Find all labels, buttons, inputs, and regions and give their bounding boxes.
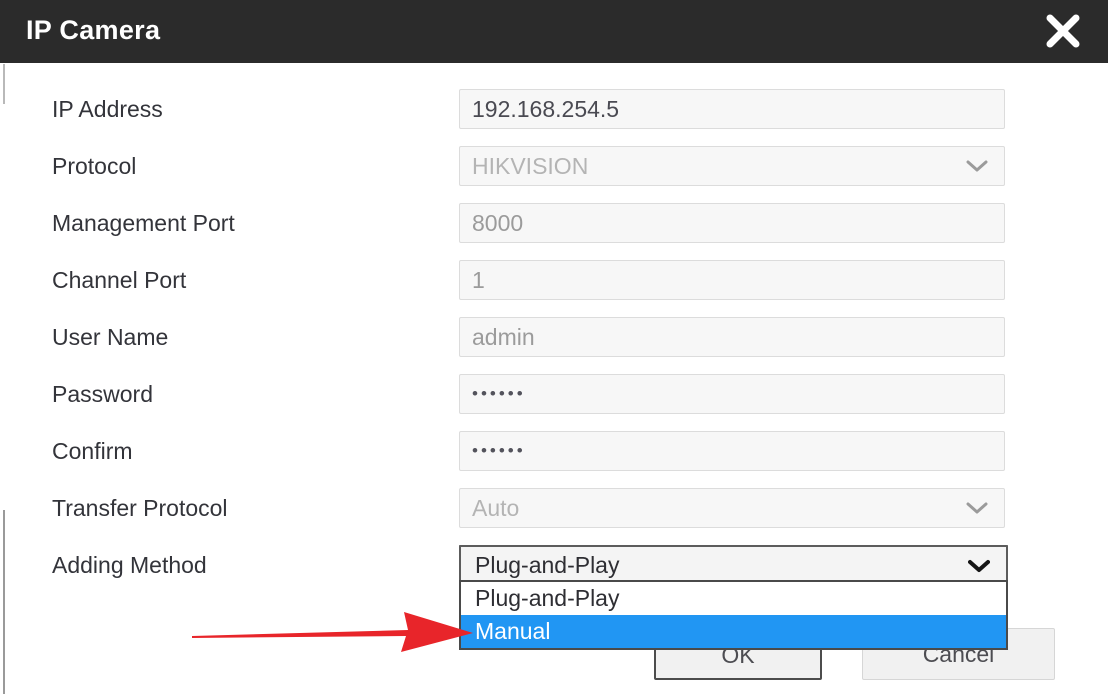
field-value-masked: •••••• [472,384,526,403]
form-row: Password •••••• [0,374,1108,414]
field-value: 192.168.254.5 [472,96,620,122]
field-input[interactable]: 192.168.254.5 [459,89,1005,129]
field-label: User Name [52,324,169,350]
field-value: 1 [472,267,485,293]
form-row: Protocol HIKVISION [0,146,1108,186]
form-row: Adding Method Plug-and-Play [0,545,1108,585]
field-input[interactable]: 8000 [459,203,1005,243]
field-input[interactable]: 1 [459,260,1005,300]
field-label: Channel Port [52,267,187,293]
field-input[interactable]: admin [459,317,1005,357]
field-value: HIKVISION [472,153,589,179]
form-row: User Name admin [0,317,1108,357]
field-label: IP Address [52,96,163,122]
dialog-titlebar: IP Camera [0,0,1108,63]
field-value-masked: •••••• [472,441,526,460]
field-value: Auto [472,495,520,521]
close-icon[interactable] [1038,8,1088,54]
form-row: Management Port 8000 [0,203,1108,243]
dropdown-option[interactable]: Plug-and-Play [461,582,1006,615]
ip-camera-dialog: IP Camera IP Address 192.168.254.5 Protoco… [0,0,1108,694]
field-label: Confirm [52,438,133,464]
field-label: Password [52,381,153,407]
dialog-title: IP Camera [26,15,161,45]
field-input[interactable]: •••••• [459,431,1005,471]
field-label: Management Port [52,210,235,236]
field-label: Transfer Protocol [52,495,228,521]
form-row: IP Address 192.168.254.5 [0,89,1108,129]
form-row: Confirm •••••• [0,431,1108,471]
field-value: Plug-and-Play [475,552,620,578]
adding-method-dropdown-list[interactable]: Plug-and-Play Manual [459,580,1008,650]
adding-method-select[interactable]: Plug-and-Play [459,545,1008,585]
field-select[interactable]: HIKVISION [459,146,1005,186]
form-row: Transfer Protocol Auto [0,488,1108,528]
chevron-down-icon[interactable] [966,501,988,515]
field-value: 8000 [472,210,524,236]
field-value: admin [472,324,535,350]
chevron-down-icon[interactable] [968,559,990,573]
field-select[interactable]: Auto [459,488,1005,528]
chevron-down-icon[interactable] [966,159,988,173]
form-row: Channel Port 1 [0,260,1108,300]
field-label: Adding Method [52,552,207,578]
field-input[interactable]: •••••• [459,374,1005,414]
dropdown-option[interactable]: Manual [461,615,1006,648]
field-label: Protocol [52,153,137,179]
